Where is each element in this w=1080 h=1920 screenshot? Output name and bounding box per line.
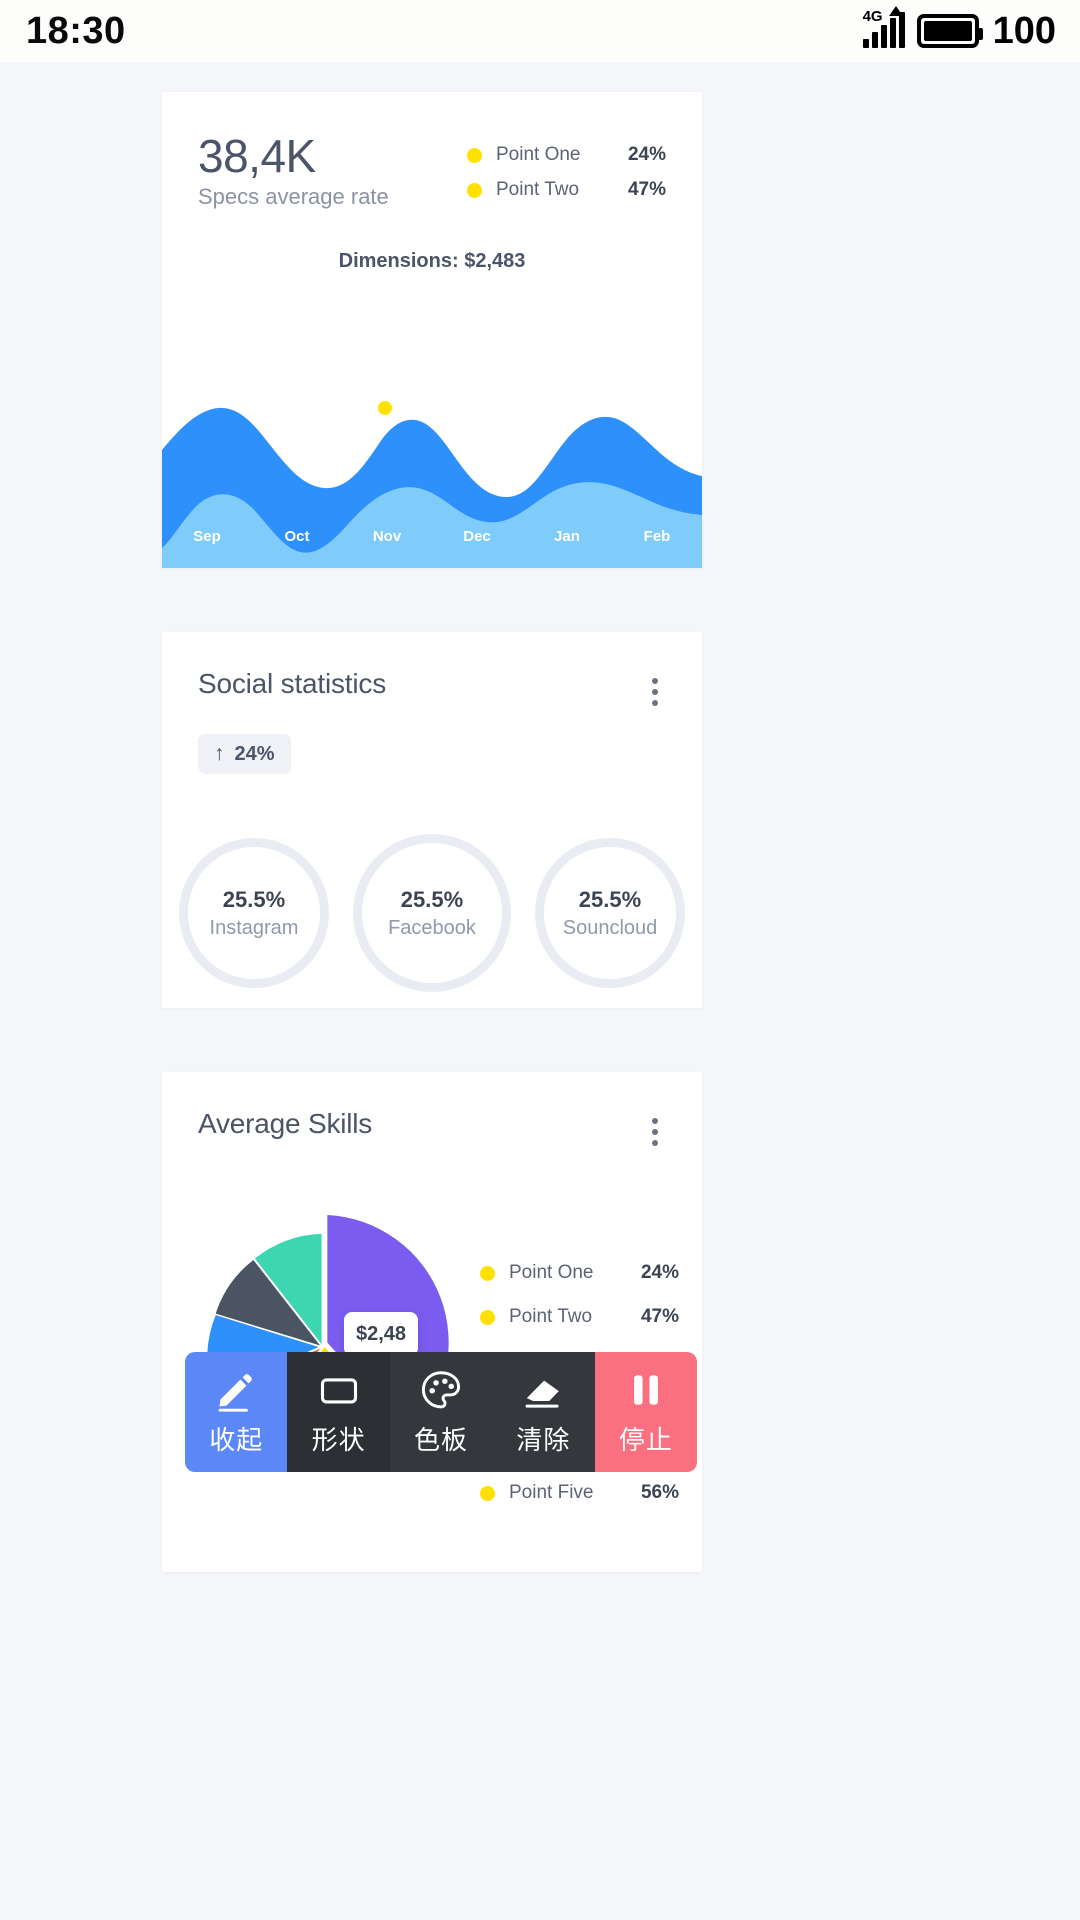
overview-value: 38,4K [198, 130, 316, 182]
overview-card: 38,4K Specs average rate Point One 24% P… [162, 92, 702, 568]
pie-tooltip: $2,48 3 [344, 1312, 418, 1378]
toolbar-button-palette[interactable]: 色板 [389, 1352, 493, 1472]
social-circle-facebook[interactable]: 25.5% Facebook [353, 834, 511, 992]
circle-value: 25.5% [578, 886, 642, 912]
circle-label: Instagram [209, 916, 299, 939]
overview-header: 38,4K Specs average rate Point One 24% P… [162, 92, 702, 210]
x-tick-jan: Jan [554, 527, 580, 545]
circle-label: Facebook [388, 916, 476, 939]
legend-label: Point Two [509, 1306, 593, 1327]
social-card-header: Social statistics [162, 632, 702, 716]
legend-label: Point Two [496, 179, 580, 200]
rectangle-icon [317, 1368, 361, 1412]
legend-label: Point One [509, 1262, 594, 1283]
battery-level-label: 100 [992, 9, 1056, 52]
kebab-menu-icon[interactable] [644, 1108, 666, 1156]
toolbar-button-collapse[interactable]: 收起 [185, 1352, 288, 1472]
toolbar-label: 色板 [414, 1424, 469, 1455]
circle-label: Souncloud [562, 916, 658, 939]
legend-value: 47% [627, 179, 666, 200]
trend-value: 24% [234, 742, 275, 765]
drawing-toolbar: 收起 形状 色板 清除 停止 [185, 1352, 697, 1472]
skills-card-title: Average Skills [198, 1108, 373, 1139]
legend-value: 47% [640, 1306, 679, 1327]
pause-icon [624, 1368, 668, 1412]
legend-dot-icon [480, 1309, 495, 1325]
social-statistics-card: Social statistics ↑ 24% 25.5% Instagram … [162, 632, 702, 1008]
x-tick-sep: Sep [193, 527, 221, 545]
social-circle-souncloud[interactable]: 25.5% Souncloud [535, 838, 685, 988]
battery-icon [916, 14, 983, 48]
x-axis-labels: Sep Oct Nov Dec Jan Feb [162, 526, 702, 546]
legend-item: Point Two 47% [467, 179, 666, 201]
circle-value: 25.5% [222, 886, 286, 912]
overview-subtitle: Specs average rate [198, 184, 389, 210]
tooltip-value: $2,48 [355, 1322, 407, 1345]
legend-dot-icon [467, 182, 482, 198]
toolbar-label: 清除 [516, 1424, 571, 1455]
pencil-icon [214, 1368, 258, 1412]
status-bar: 18:30 4G 100 [0, 0, 1080, 62]
trend-badge: ↑ 24% [198, 734, 291, 774]
legend-dot-icon [480, 1485, 495, 1501]
status-indicators: 4G 100 [862, 6, 1056, 53]
legend-item: Point One 24% [480, 1262, 679, 1284]
x-tick-dec: Dec [463, 527, 491, 545]
legend-value: 24% [627, 144, 666, 165]
palette-icon [419, 1368, 463, 1412]
status-time: 18:30 [26, 9, 126, 52]
overview-metric: 38,4K Specs average rate [198, 132, 389, 210]
signal-bars-icon: 4G [862, 6, 905, 48]
legend-label: Point One [496, 144, 581, 165]
x-tick-nov: Nov [372, 527, 402, 545]
skills-card-header: Average Skills [162, 1072, 702, 1156]
toolbar-button-stop[interactable]: 停止 [594, 1352, 697, 1472]
overview-legend: Point One 24% Point Two 47% [467, 132, 666, 210]
signal-arrow-icon [888, 6, 903, 16]
social-circles: 25.5% Instagram 25.5% Facebook 25.5% Sou… [162, 828, 702, 998]
legend-item: Point One 24% [467, 144, 666, 166]
legend-item: Point Five 56% [480, 1482, 679, 1504]
legend-value: 56% [640, 1482, 679, 1503]
legend-dot-icon [467, 147, 482, 163]
toolbar-button-shape[interactable]: 形状 [287, 1352, 390, 1472]
toolbar-button-clear[interactable]: 清除 [492, 1352, 595, 1472]
legend-dot-icon [480, 1265, 495, 1281]
arrow-up-icon: ↑ [214, 742, 225, 765]
eraser-icon [521, 1368, 565, 1412]
toolbar-label: 收起 [209, 1424, 264, 1455]
social-circle-instagram[interactable]: 25.5% Instagram [179, 838, 329, 988]
x-tick-feb: Feb [643, 527, 671, 545]
legend-value: 24% [640, 1262, 679, 1283]
dimensions-label: Dimensions: $2,483 [338, 250, 526, 273]
legend-item: Point Two 47% [480, 1306, 679, 1328]
area-chart: Sep Oct Nov Dec Jan Feb [162, 388, 702, 568]
toolbar-label: 形状 [311, 1424, 366, 1455]
average-skills-card: Average Skills $2,48 3 Point One [162, 1072, 702, 1572]
network-type-label: 4G [862, 8, 883, 25]
highlight-point-dot [378, 401, 392, 415]
social-card-title: Social statistics [198, 668, 386, 699]
x-tick-oct: Oct [284, 527, 310, 545]
toolbar-label: 停止 [618, 1424, 673, 1455]
legend-label: Point Five [509, 1482, 594, 1503]
circle-value: 25.5% [400, 886, 464, 912]
kebab-menu-icon[interactable] [644, 668, 666, 716]
